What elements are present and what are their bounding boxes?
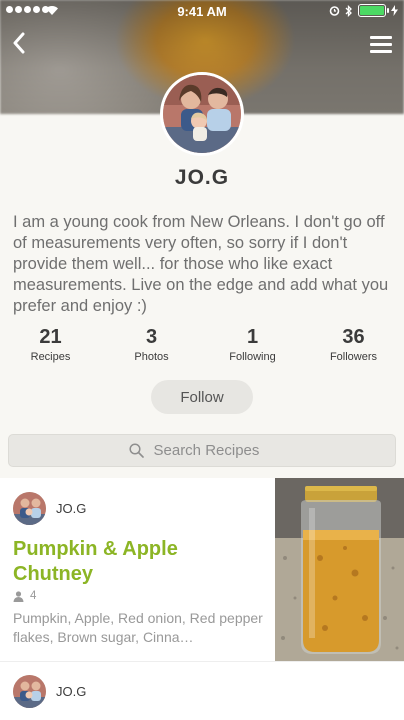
- chevron-left-icon: [13, 32, 25, 54]
- profile-name: JO.G: [174, 166, 230, 189]
- alarm-icon: [329, 6, 340, 16]
- profile-stats: 21 Recipes 3 Photos 1 Following 36 Follo…: [0, 326, 404, 363]
- stat-value: 3: [145, 326, 158, 348]
- profile-avatar: [160, 72, 244, 156]
- search-bar[interactable]: [8, 434, 396, 467]
- hamburger-menu-icon: [370, 36, 392, 39]
- stat-label: Recipes: [30, 351, 71, 363]
- back-button[interactable]: [12, 32, 36, 60]
- author-name: JO.G: [56, 684, 87, 699]
- author-avatar: [13, 492, 46, 525]
- stat-following[interactable]: 1 Following: [202, 326, 303, 363]
- stat-value: 36: [342, 326, 365, 348]
- person-icon: [13, 590, 24, 602]
- recipe-card[interactable]: JO.G Pumpkin & Apple Chutney 4 Pumpkin, …: [0, 478, 404, 662]
- author-avatar: [13, 675, 46, 708]
- recipe-ingredients: Pumpkin, Apple, Red onion, Red pepper fl…: [13, 610, 263, 645]
- follow-button[interactable]: Follow: [151, 380, 253, 414]
- stat-label: Photos: [134, 351, 169, 363]
- menu-button[interactable]: [370, 36, 392, 54]
- stat-label: Followers: [329, 351, 378, 363]
- servings-count: 4: [30, 590, 37, 602]
- author-name: JO.G: [56, 501, 87, 516]
- recipe-card[interactable]: JO.G: [0, 662, 404, 720]
- status-bar: 9:41 AM: [0, 0, 404, 22]
- profile-bio: I am a young cook from New Orleans. I do…: [13, 213, 389, 315]
- stat-value: 21: [39, 326, 62, 348]
- recipe-photo[interactable]: [275, 478, 404, 661]
- charging-bolt-icon: [391, 5, 398, 16]
- search-icon: [128, 443, 144, 458]
- recipe-author[interactable]: JO.G: [13, 492, 86, 525]
- bluetooth-icon: [345, 4, 352, 17]
- battery-icon: [358, 4, 389, 17]
- stat-photos[interactable]: 3 Photos: [101, 326, 202, 363]
- search-input[interactable]: [151, 441, 276, 460]
- recipe-servings: 4: [13, 590, 36, 602]
- recipe-title[interactable]: Pumpkin & Apple Chutney: [13, 537, 263, 587]
- stat-followers[interactable]: 36 Followers: [303, 326, 404, 363]
- stat-recipes[interactable]: 21 Recipes: [0, 326, 101, 363]
- stat-value: 1: [246, 326, 259, 348]
- recipe-author[interactable]: JO.G: [13, 675, 86, 708]
- stat-label: Following: [229, 351, 276, 363]
